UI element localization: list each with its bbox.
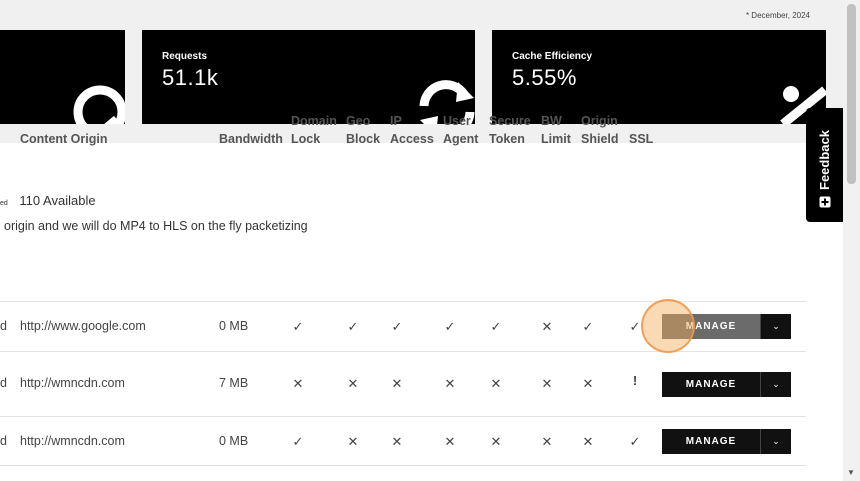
secure-token-status: ✕ (490, 376, 502, 391)
col-domain-lock: Domain Lock (291, 114, 337, 146)
bandwidth-value: 7 MB (219, 376, 249, 390)
geo-block-status: ✓ (347, 319, 359, 334)
col-bandwidth: Bandwidth (219, 132, 283, 146)
stat-card-requests: Requests 51.1k (142, 30, 475, 124)
chevron-down-icon[interactable]: ⌄ (760, 372, 791, 397)
col-ip-access: IP Access (390, 114, 434, 146)
col-user-agent: User Agent (443, 114, 479, 146)
stat-card-cache-efficiency: Cache Efficiency 5.55% (492, 30, 826, 124)
bw-limit-status: ✕ (541, 319, 553, 334)
origin-shield-status: ✕ (582, 434, 594, 449)
origin-shield-status: ✓ (582, 319, 594, 334)
stat-label: Cache Efficiency (512, 51, 593, 62)
stat-value: 51.1k (162, 65, 219, 90)
info-text: origin and we will do MP4 to HLS on the … (4, 219, 308, 233)
domain-lock-status: ✓ (292, 434, 304, 449)
capacity-available: 110 Available (19, 193, 96, 208)
click-indicator (641, 299, 695, 353)
origin-link[interactable]: http://wmncdn.com (20, 376, 125, 390)
chevron-down-icon[interactable]: ⌄ (760, 314, 791, 339)
capacity-used-label: ed (0, 200, 8, 207)
stat-label: Requests (162, 51, 208, 62)
bandwidth-value: 0 MB (219, 319, 249, 333)
user-agent-status: ✓ (444, 319, 456, 334)
capacity-summary: ed 110 Available (0, 193, 96, 208)
date-note: * December, 2024 (745, 11, 810, 20)
scrollbar-thumb[interactable] (847, 4, 856, 184)
bandwidth-value: 0 MB (219, 434, 249, 448)
scroll-down-icon[interactable]: ▼ (847, 468, 855, 477)
table-row: d http://wmncdn.com 0 MB ✓ ✕ ✕ ✕ ✕ ✕ ✕ ✓… (0, 416, 806, 466)
domain-lock-status: ✓ (292, 319, 304, 334)
table-row: d http://wmncdn.com 7 MB ✕ ✕ ✕ ✕ ✕ ✕ ✕ !… (0, 351, 806, 416)
row-prefix: d (0, 376, 7, 390)
ssl-status: ✓ (629, 319, 641, 334)
geo-block-status: ✕ (347, 434, 359, 449)
ssl-status: ✓ (629, 434, 641, 449)
bw-limit-status: ✕ (541, 434, 553, 449)
domain-lock-status: ✕ (292, 376, 304, 391)
user-agent-status: ✕ (444, 376, 456, 391)
secure-token-status: ✓ (490, 319, 502, 334)
bw-limit-status: ✕ (541, 376, 553, 391)
geo-block-status: ✕ (347, 376, 359, 391)
origin-shield-status: ✕ (582, 376, 594, 391)
secure-token-status: ✕ (490, 434, 502, 449)
feedback-tab[interactable]: Feedback (806, 108, 843, 222)
row-prefix: d (0, 319, 7, 333)
col-ssl: SSL (629, 132, 654, 146)
manage-button[interactable]: MANAGE (662, 429, 760, 454)
ip-access-status: ✓ (391, 319, 403, 334)
ip-access-status: ✕ (391, 434, 403, 449)
stat-value: 5.55% (512, 65, 577, 90)
col-geo-block: Geo Block (346, 114, 381, 146)
origin-link[interactable]: http://wmncdn.com (20, 434, 125, 448)
ip-access-status: ✕ (391, 376, 403, 391)
row-prefix: d (0, 434, 7, 448)
chevron-down-icon[interactable]: ⌄ (760, 429, 791, 454)
stat-card-partial (0, 30, 125, 124)
origin-link[interactable]: http://www.google.com (20, 319, 146, 333)
feedback-plus-icon (819, 196, 831, 208)
col-bw-limit: BW Limit (541, 114, 571, 146)
col-origin-shield: Origin Shield (581, 114, 619, 146)
user-agent-status: ✕ (444, 434, 456, 449)
manage-button[interactable]: MANAGE (662, 372, 760, 397)
col-secure-token: Secure Token (489, 114, 531, 146)
ssl-warning-status: ! (632, 373, 638, 388)
vertical-scrollbar[interactable]: ▼ (843, 0, 860, 481)
feedback-label: Feedback (817, 130, 832, 190)
col-content-origin: Content Origin (20, 132, 108, 146)
